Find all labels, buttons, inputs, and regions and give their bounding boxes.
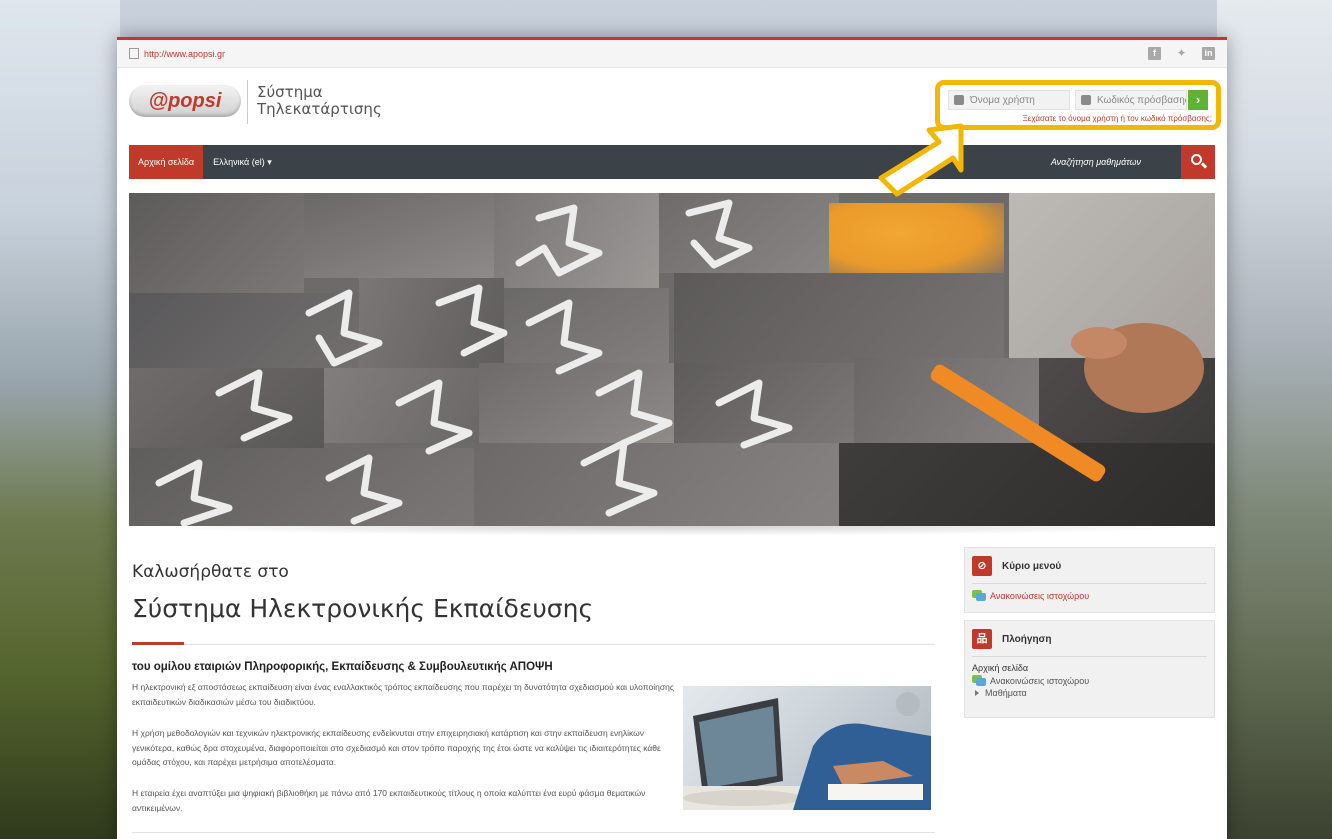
content-divider [132,832,935,833]
announcements-icon [972,590,986,601]
linkedin-icon[interactable]: in [1202,47,1215,60]
navigation-block: 品 Πλοήγηση Αρχική σελίδα Ανακοινώσεις ισ… [964,620,1215,718]
username-placeholder: Όνομα χρήστη [970,94,1035,106]
username-field[interactable]: Όνομα χρήστη [948,90,1070,110]
expand-arrow-icon[interactable] [975,690,979,696]
site-logo[interactable]: @popsi [129,85,241,117]
site-name-line1: Σύστημα [257,83,323,101]
language-selector[interactable]: Ελληνικά (el) ▾ [213,157,272,168]
laptop-photo [683,686,931,810]
intro-paragraph-3: Η εταιρεία έχει αναπτύξει μια ψηφιακή βι… [132,788,646,813]
forgot-credentials-link[interactable]: Ξεχάσατε το όνομα χρήστη ή τον κωδικό πρ… [1023,114,1212,123]
login-row: Όνομα χρήστη Κωδικός πρόσβασης › [948,90,1208,110]
welcome-heading: Καλωσήρθατε στο [132,562,289,582]
navigation-title: Πλοήγηση [1002,633,1052,645]
search-button[interactable] [1181,145,1215,179]
site-announcements-link[interactable]: Ανακοινώσεις ιστοχώρου [972,590,1214,601]
sidebar-item-announcements-label: Ανακοινώσεις ιστοχώρου [990,675,1090,686]
site-announcements-label: Ανακοινώσεις ιστοχώρου [990,590,1090,601]
intro-paragraph-1: Η ηλεκτρονική εξ αποστάσεως εκπαίδευση ε… [132,682,674,707]
site-name-line2: Τηλεκατάρτισης [257,100,382,118]
bookmark-icon [129,48,139,59]
sitemap-icon: 品 [972,629,992,649]
facebook-icon[interactable]: f [1148,47,1161,60]
password-placeholder: Κωδικός πρόσβασης [1097,94,1187,106]
top-bar: http://www.apopsi.gr f ✦ in [117,40,1227,68]
main-menu-title: Κύριο μενού [1002,560,1062,572]
compass-icon: ⊘ [972,556,992,576]
main-menu-block: ⊘ Κύριο μενού Ανακοινώσεις ιστοχώρου [964,547,1215,613]
intro-paragraph-2: Η χρήση μεθοδολογιών και τεχνικών ηλεκτρ… [132,728,661,767]
announcements-icon [972,675,986,686]
desktop-background-right [1217,0,1332,839]
arrow-drawings [155,199,1204,526]
page-title: Σύστημα Ηλεκτρονικής Εκπαίδευσης [132,594,594,623]
social-links: f ✦ in [1148,47,1215,60]
login-submit-button[interactable]: › [1188,90,1208,110]
title-accent-bar [132,642,184,645]
page-subtitle: του ομίλου εταιριών Πληροφορικής, Εκπαίδ… [132,661,553,673]
desktop-background-left [0,0,120,839]
password-field[interactable]: Κωδικός πρόσβασης [1075,90,1187,110]
logo-divider [247,80,248,124]
login-form-highlight: Όνομα χρήστη Κωδικός πρόσβασης › Ξεχάσατ… [935,80,1221,130]
browser-page: http://www.apopsi.gr f ✦ in @popsi Σύστη… [117,37,1227,839]
site-name: Σύστημα Τηλεκατάρτισης [257,84,382,118]
nav-home-link[interactable]: Αρχική σελίδα [129,145,204,179]
user-icon [954,95,964,105]
pencil-hand [930,323,1204,482]
site-url-link[interactable]: http://www.apopsi.gr [144,49,225,59]
title-divider [132,644,935,645]
sidebar-item-courses[interactable]: Μαθήματα [975,688,1214,698]
pointer-arrow-icon [878,123,964,197]
sidebar-item-courses-label: Μαθήματα [985,688,1027,698]
twitter-icon[interactable]: ✦ [1175,47,1188,60]
hero-banner-image [129,193,1215,526]
course-search-input[interactable]: Αναζήτηση μαθημάτων [1051,157,1141,167]
sidebar-item-home[interactable]: Αρχική σελίδα [972,663,1214,673]
lock-icon [1081,95,1091,105]
sidebar-item-announcements[interactable]: Ανακοινώσεις ιστοχώρου [972,675,1214,686]
main-navbar: Αρχική σελίδα Ελληνικά (el) ▾ Αναζήτηση … [129,145,1215,179]
site-header: @popsi Σύστημα Τηλεκατάρτισης Όνομα χρήσ… [117,68,1227,142]
